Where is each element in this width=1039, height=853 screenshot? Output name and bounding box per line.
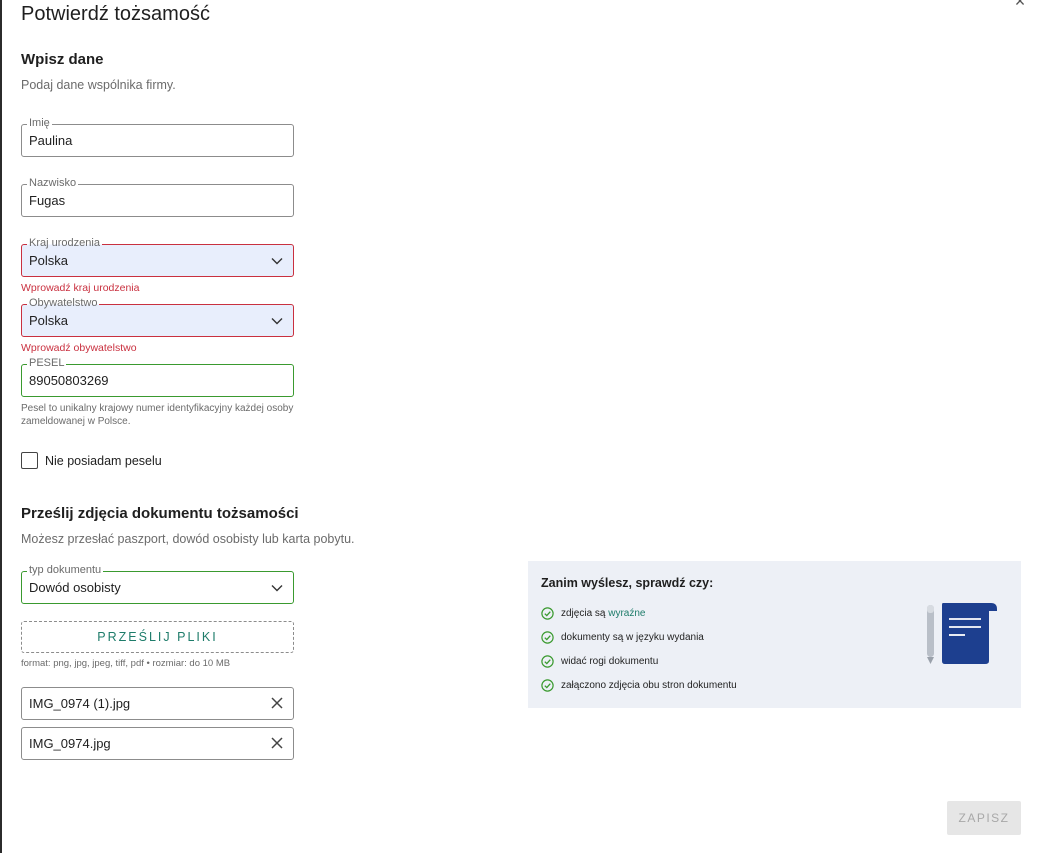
first-name-value: Paulina (29, 133, 73, 148)
chevron-down-icon (271, 258, 283, 265)
birth-country-value: Polska (29, 253, 69, 268)
pesel-hint: Pesel to unikalny krajowy numer identyfi… (21, 403, 294, 427)
checklist-title: Zanim wyślesz, sprawdź czy: (541, 576, 714, 590)
section-title-personal: Wpisz dane (21, 51, 104, 68)
birth-country-error: Wprowadź kraj urodzenia (21, 282, 140, 294)
file-item: IMG_0974 (1).jpg (21, 687, 294, 720)
section-subtitle-personal: Podaj dane wspólnika firmy. (21, 78, 176, 92)
upload-files-button[interactable]: PRZEŚLIJ PLIKI (21, 621, 294, 653)
checklist-item: załączono zdjęcia obu stron dokumentu (541, 679, 737, 692)
citizenship-value: Polska (29, 313, 69, 328)
last-name-field[interactable]: Nazwisko Fugas (21, 176, 294, 217)
no-pesel-checkbox[interactable] (21, 452, 38, 469)
document-type-label: typ dokumentu (27, 563, 104, 577)
close-icon[interactable] (269, 695, 285, 711)
checklist-item-text: załączono zdjęcia obu stron dokumentu (561, 680, 737, 691)
citizenship-select[interactable]: Obywatelstwo Polska (21, 296, 294, 337)
document-illustration-icon (927, 603, 997, 664)
checklist-item-text: dokumenty są w języku wydania (561, 632, 704, 643)
checklist-item: zdjęcia są wyraźne (541, 607, 646, 620)
birth-country-label: Kraj urodzenia (27, 236, 102, 250)
checklist-item-text: widać rogi dokumentu (561, 656, 659, 667)
chevron-down-icon (271, 585, 283, 592)
checklist-box: Zanim wyślesz, sprawdź czy: zdjęcia są w… (528, 561, 1021, 708)
close-icon[interactable] (269, 735, 285, 751)
checklist-item-text: zdjęcia są (561, 608, 609, 619)
window-frame-edge (0, 0, 2, 853)
first-name-label: Imię (27, 116, 52, 130)
pesel-label: PESEL (27, 356, 67, 370)
chevron-down-icon (271, 318, 283, 325)
file-name: IMG_0974 (1).jpg (29, 696, 131, 711)
pesel-field[interactable]: PESEL 89050803269 (21, 356, 294, 397)
citizenship-label: Obywatelstwo (27, 296, 100, 310)
check-circle-icon (541, 655, 554, 668)
last-name-value: Fugas (29, 193, 66, 208)
check-circle-icon (541, 631, 554, 644)
first-name-field[interactable]: Imię Paulina (21, 116, 294, 157)
birth-country-select[interactable]: Kraj urodzenia Polska (21, 236, 294, 277)
pesel-value: 89050803269 (29, 373, 109, 388)
file-item: IMG_0974.jpg (21, 727, 294, 760)
last-name-label: Nazwisko (27, 176, 79, 190)
document-type-select[interactable]: typ dokumentu Dowód osobisty (21, 563, 294, 604)
no-pesel-row[interactable]: Nie posiadam peselu (21, 452, 162, 469)
document-type-value: Dowód osobisty (29, 580, 121, 595)
dialog-title: Potwierdź tożsamość (21, 3, 210, 25)
close-icon[interactable]: × (1011, 0, 1029, 10)
save-button[interactable]: ZAPISZ (947, 801, 1021, 835)
checklist-item: dokumenty są w języku wydania (541, 631, 704, 644)
format-hint: format: png, jpg, jpeg, tiff, pdf • rozm… (21, 658, 231, 669)
no-pesel-label: Nie posiadam peselu (45, 453, 162, 468)
checklist-item-accent: wyraźne (608, 608, 646, 619)
check-circle-icon (541, 679, 554, 692)
file-name: IMG_0974.jpg (29, 736, 111, 751)
section-title-document: Prześlij zdjęcia dokumentu tożsamości (21, 505, 299, 522)
section-subtitle-document: Możesz przesłać paszport, dowód osobisty… (21, 532, 355, 546)
checklist-item: widać rogi dokumentu (541, 655, 658, 668)
check-circle-icon (541, 607, 554, 620)
citizenship-error: Wprowadź obywatelstwo (21, 342, 137, 354)
